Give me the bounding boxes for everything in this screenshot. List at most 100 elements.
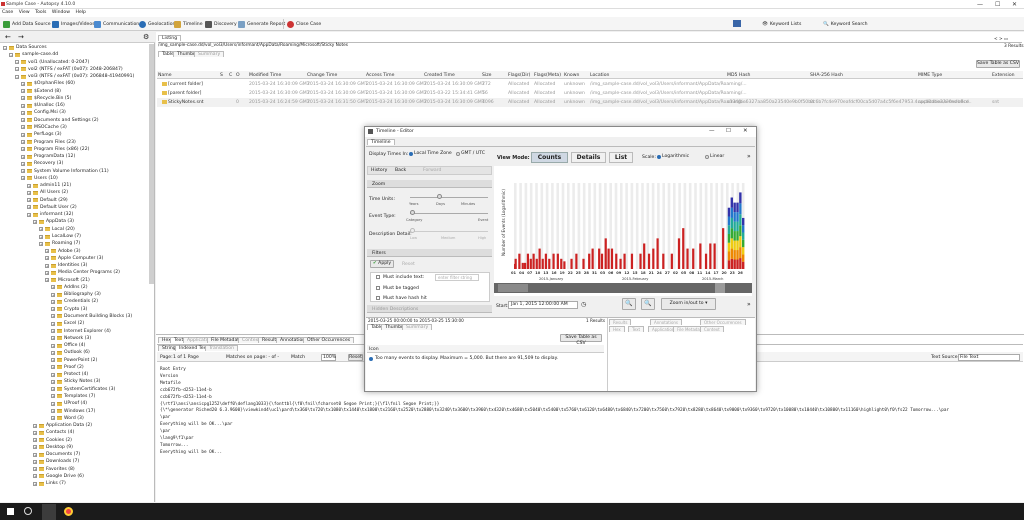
expand-toggle-icon[interactable]: + [21, 103, 25, 108]
autopsy-taskbar-icon[interactable] [42, 504, 56, 520]
chart-bar[interactable] [736, 231, 739, 241]
expand-toggle-icon[interactable]: + [39, 227, 43, 232]
column-header[interactable]: Name [158, 72, 172, 79]
menu-window[interactable]: Window [52, 10, 70, 15]
column-header[interactable]: Size [482, 72, 491, 79]
chart-bar[interactable] [733, 212, 736, 222]
chart-bar[interactable] [588, 253, 591, 269]
expand-toggle-icon[interactable]: + [33, 467, 37, 472]
tree-node[interactable]: + Application Data (2) [33, 422, 92, 429]
expand-toggle-icon[interactable]: + [21, 110, 25, 115]
images-videos-button[interactable]: Images/Videos [52, 20, 95, 29]
generate-report-button[interactable]: Generate Report [238, 20, 285, 29]
tree-scrollbar[interactable] [149, 44, 154, 284]
chart-bar[interactable] [591, 248, 594, 269]
tree-node[interactable]: + Favorites (8) [33, 466, 75, 473]
tree-node[interactable]: + Word (3) [51, 415, 84, 422]
chart-bar[interactable] [600, 253, 604, 269]
expand-toggle-icon[interactable]: + [33, 438, 37, 443]
tree-node[interactable]: + Templates (7) [51, 393, 95, 400]
chart-bar[interactable] [598, 248, 601, 269]
chart-bar[interactable] [736, 202, 739, 213]
tree-node[interactable]: + admin11 (21) [27, 182, 71, 189]
tree-node[interactable]: + Outlook (6) [51, 349, 90, 356]
chart-bar[interactable] [529, 258, 532, 269]
expand-toggle-icon[interactable]: + [51, 379, 55, 384]
tab-listing[interactable]: Listing [158, 35, 182, 41]
column-header[interactable]: Access Time [366, 72, 394, 79]
expand-toggle-icon[interactable]: + [39, 241, 43, 246]
expand-toggle-icon[interactable]: + [51, 372, 55, 377]
tab-summary[interactable]: Summary [194, 51, 225, 57]
tree-node[interactable]: − vol2 (NTFS / exFAT (0x07): 2048-206847) [15, 66, 123, 73]
tree-node[interactable]: + LocalLow (7) [39, 233, 81, 240]
chart-bar[interactable] [733, 221, 736, 232]
column-header[interactable]: Created Time [424, 72, 455, 79]
expand-toggle-icon[interactable]: + [51, 343, 55, 348]
forward-arrow-icon[interactable]: → [18, 33, 24, 41]
chart-bar[interactable] [560, 258, 563, 269]
chart-bar[interactable] [733, 202, 736, 213]
expand-toggle-icon[interactable]: + [21, 147, 25, 152]
save-table-csv-button[interactable]: Save Table as CSV [560, 334, 602, 346]
expand-arrow-icon[interactable]: » [747, 301, 751, 308]
minimize-button[interactable]: — [977, 1, 983, 8]
expand-toggle-icon[interactable]: + [51, 314, 55, 319]
keyword-search-button[interactable]: 🔍 Keyword Search [823, 20, 868, 29]
logarithmic-radio[interactable]: Logarithmic [657, 154, 689, 159]
nav-arrows[interactable]: < > ▭ [994, 37, 1008, 42]
tree-node[interactable]: + MSOCache (3) [21, 124, 67, 131]
chart-bar[interactable] [733, 240, 736, 251]
expand-toggle-icon[interactable]: + [51, 285, 55, 290]
expand-toggle-icon[interactable]: + [45, 270, 49, 275]
chart-bar[interactable] [727, 251, 731, 261]
expand-toggle-icon[interactable]: + [33, 430, 37, 435]
menu-case[interactable]: Case [2, 10, 13, 15]
add-data-source-button[interactable]: Add Data Source [3, 20, 51, 29]
chart-bar[interactable] [535, 258, 538, 269]
table-cell[interactable]: StickyNotes.snt [168, 98, 204, 107]
chart-bar[interactable] [713, 243, 716, 269]
details-view-button[interactable]: Details [571, 152, 606, 163]
chart-bar[interactable] [630, 253, 634, 269]
back-arrow-icon[interactable]: ← [5, 33, 11, 41]
table-cell[interactable]: [parent folder] [168, 89, 201, 98]
tab-summary[interactable]: Summary [402, 324, 433, 330]
chart-bar[interactable] [736, 212, 739, 222]
expand-toggle-icon[interactable]: + [51, 394, 55, 399]
chart-bar[interactable] [742, 225, 745, 233]
tree-node[interactable]: + AppData (3) [33, 218, 74, 225]
communications-button[interactable]: Communications [94, 20, 142, 29]
chart-bar[interactable] [570, 258, 573, 269]
tree-node[interactable]: + Identities (3) [45, 262, 87, 269]
description-detail-slider[interactable] [410, 228, 415, 233]
discovery-button[interactable]: Discovery [205, 20, 237, 29]
chart-bar[interactable] [623, 253, 626, 269]
tree-node[interactable]: + Config.Msi (3) [21, 109, 66, 116]
expand-toggle-icon[interactable]: + [21, 89, 25, 94]
close-button[interactable]: ✕ [743, 128, 748, 134]
counts-view-button[interactable]: Counts [531, 152, 568, 163]
tree-node[interactable]: − sample-case.dd [9, 51, 58, 58]
tree-node[interactable]: + Internet Explorer (4) [51, 328, 111, 335]
table-cell[interactable]: [current folder] [168, 80, 203, 89]
zoom-in-icon[interactable]: 🔍 [622, 298, 636, 310]
chart-bar[interactable] [538, 248, 541, 269]
menu-help[interactable]: Help [75, 10, 85, 15]
tree-node[interactable]: + $OrphanFiles (60) [21, 80, 75, 87]
menu-view[interactable]: View [19, 10, 30, 15]
tree-node[interactable]: − vol1 (Unallocated: 0-2047) [15, 59, 89, 66]
tree-node[interactable]: + Crypto (3) [51, 306, 87, 313]
chart-bar[interactable] [730, 258, 733, 269]
back-button[interactable]: Back [395, 168, 406, 173]
expand-toggle-icon[interactable]: + [21, 118, 25, 123]
chart-bar[interactable] [692, 248, 695, 269]
expand-toggle-icon[interactable]: − [3, 45, 7, 50]
chart-bar[interactable] [736, 240, 739, 251]
chart-bar[interactable] [686, 248, 689, 269]
expand-toggle-icon[interactable]: + [33, 474, 37, 479]
apply-button[interactable]: ✔ Apply [370, 260, 394, 268]
start-date-field[interactable]: Jan 1, 2015 12:00:00 AM [508, 301, 578, 309]
save-table-csv-button[interactable]: Save Table as CSV [976, 60, 1020, 68]
windows-start-icon[interactable] [7, 508, 14, 515]
